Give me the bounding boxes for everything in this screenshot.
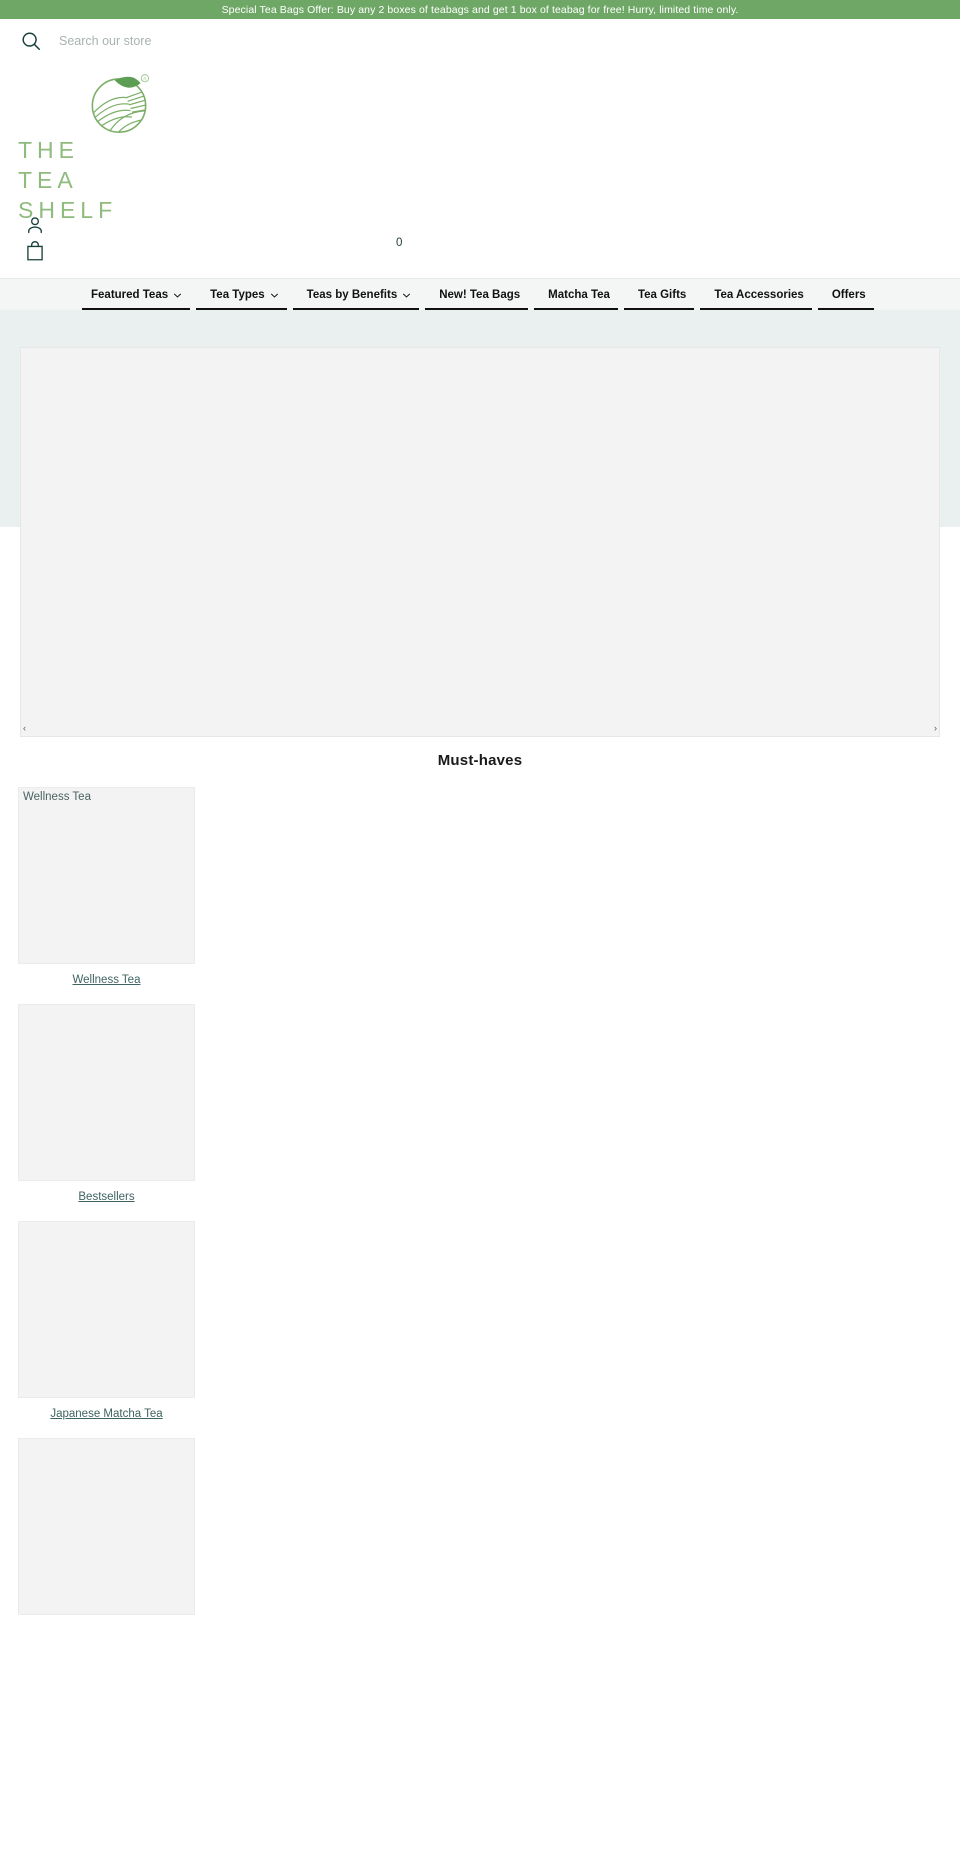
- nav-label: New! Tea Bags: [439, 288, 521, 301]
- search-bar: [0, 19, 960, 63]
- brand-wordmark[interactable]: THE TEA SHELF: [18, 135, 117, 225]
- cart-item-count: 0: [396, 237, 403, 249]
- collection-card[interactable]: Wellness Tea Wellness Tea: [18, 787, 195, 986]
- nav-label: Featured Teas: [91, 288, 169, 301]
- carousel-prev-arrow[interactable]: ‹: [23, 724, 26, 733]
- shopping-bag-icon[interactable]: [25, 240, 45, 262]
- collection-card[interactable]: Japanese Matcha Tea: [18, 1221, 195, 1420]
- collection-thumbnail[interactable]: [18, 1221, 195, 1398]
- chevron-down-icon: [402, 291, 411, 300]
- chevron-down-icon: [270, 291, 279, 300]
- tea-field-emblem-logo[interactable]: R: [83, 66, 155, 138]
- site-header: R THE TEA SHELF 0: [0, 63, 960, 278]
- nav-item-offers[interactable]: Offers: [817, 279, 880, 311]
- nav-item-tea-types[interactable]: Tea Types: [196, 279, 293, 311]
- brand-line-1: THE: [18, 137, 79, 163]
- svg-text:R: R: [143, 76, 146, 81]
- promo-banner-text: Special Tea Bags Offer: Buy any 2 boxes …: [221, 3, 739, 16]
- nav-item-featured-teas[interactable]: Featured Teas: [82, 279, 196, 311]
- nav-label: Tea Gifts: [637, 288, 687, 301]
- nav-label: Tea Types: [210, 288, 265, 301]
- brand-line-2: TEA: [18, 167, 78, 193]
- collection-card[interactable]: Bestsellers: [18, 1004, 195, 1203]
- collection-thumbnail[interactable]: [18, 1438, 195, 1615]
- collection-image-alt: Wellness Tea: [23, 791, 91, 803]
- search-icon[interactable]: [20, 30, 42, 52]
- main-navigation: Featured Teas Tea Types Teas by Benefits…: [0, 278, 960, 310]
- hero-banner-band: [0, 310, 960, 737]
- nav-item-tea-accessories[interactable]: Tea Accessories: [700, 279, 818, 311]
- nav-label: Matcha Tea: [548, 288, 610, 301]
- collection-card[interactable]: [18, 1438, 195, 1615]
- nav-item-tea-gifts[interactable]: Tea Gifts: [623, 279, 700, 311]
- must-haves-collection-list: Wellness Tea Wellness Tea Bestsellers Ja…: [0, 769, 960, 1615]
- must-haves-title: Must-haves: [437, 752, 523, 769]
- nav-label: Tea Accessories: [714, 288, 804, 301]
- chevron-down-icon: [173, 291, 182, 300]
- collection-link[interactable]: Wellness Tea: [18, 974, 195, 986]
- hero-carousel-slide[interactable]: [20, 347, 940, 737]
- nav-label: Offers: [831, 288, 866, 301]
- user-account-icon[interactable]: [25, 215, 45, 235]
- nav-item-new-tea-bags[interactable]: New! Tea Bags: [425, 279, 534, 311]
- collection-thumbnail[interactable]: Wellness Tea: [18, 787, 195, 964]
- collection-thumbnail[interactable]: [18, 1004, 195, 1181]
- nav-item-teas-by-benefits[interactable]: Teas by Benefits: [292, 279, 426, 311]
- search-input[interactable]: [59, 34, 459, 48]
- carousel-next-arrow[interactable]: ›: [934, 724, 937, 733]
- nav-label: Teas by Benefits: [306, 288, 398, 301]
- nav-item-matcha-tea[interactable]: Matcha Tea: [534, 279, 624, 311]
- promo-banner: Special Tea Bags Offer: Buy any 2 boxes …: [0, 0, 960, 19]
- collection-link[interactable]: Bestsellers: [18, 1191, 195, 1203]
- collection-link[interactable]: Japanese Matcha Tea: [18, 1408, 195, 1420]
